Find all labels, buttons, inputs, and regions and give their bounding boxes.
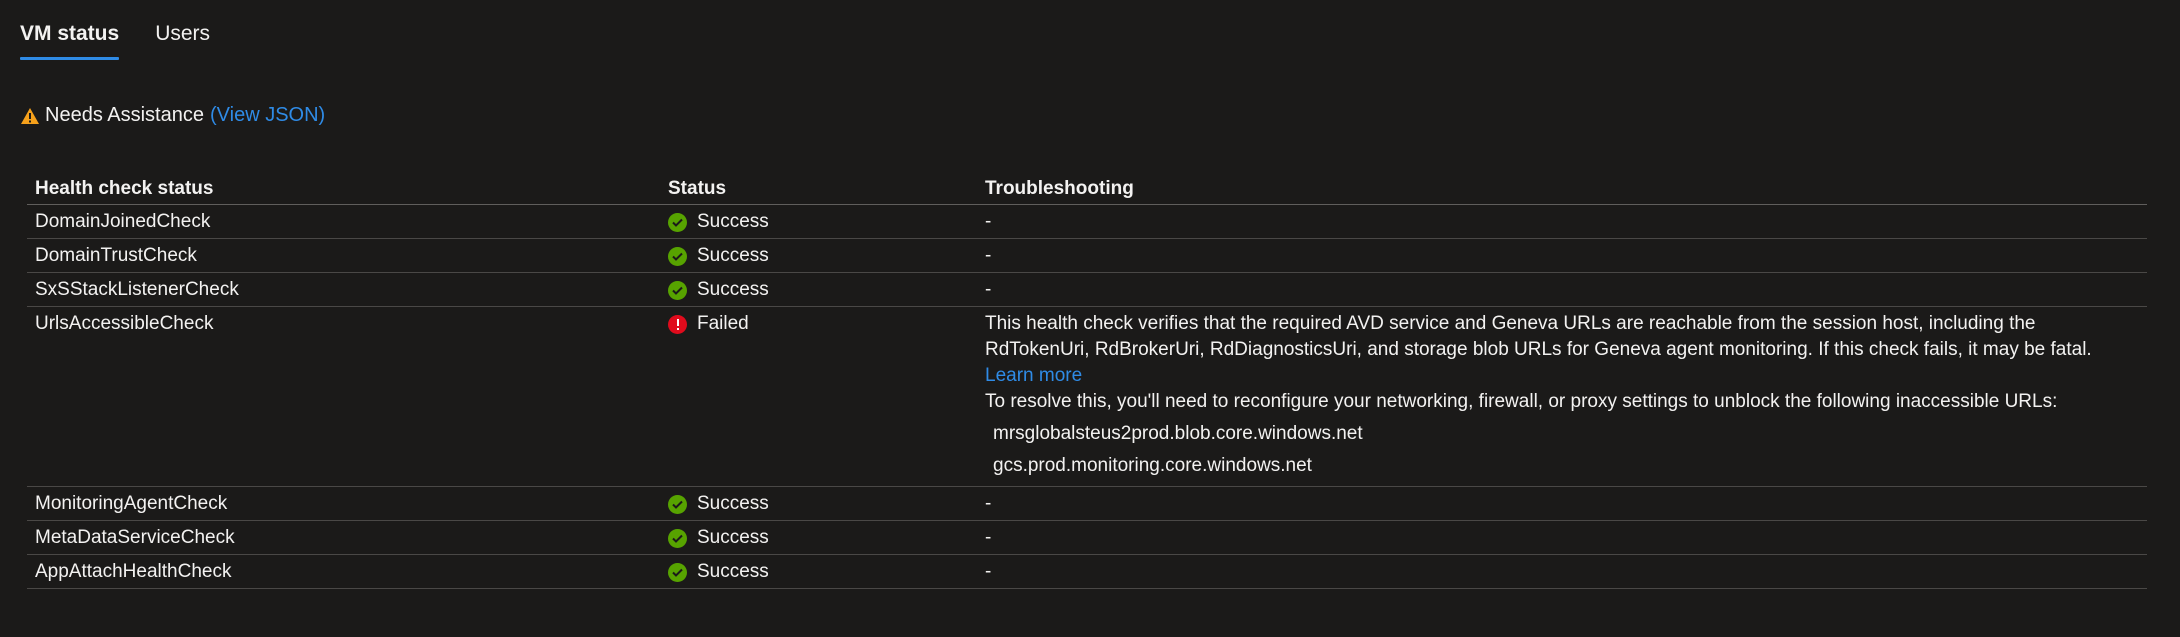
check-name: UrlsAccessibleCheck <box>27 306 660 487</box>
header-health-check-status: Health check status <box>27 170 660 205</box>
troubleshooting-text: - <box>977 486 2147 521</box>
table-row: MetaDataServiceCheck Success - <box>27 520 2147 555</box>
status-cell: Success <box>660 486 977 521</box>
troubleshooting-text: - <box>977 238 2147 273</box>
check-name: DomainJoinedCheck <box>27 204 660 239</box>
inaccessible-url: gcs.prod.monitoring.core.windows.net <box>993 455 1312 476</box>
status-text: Needs Assistance <box>45 104 204 126</box>
check-name: MetaDataServiceCheck <box>27 520 660 555</box>
troubleshooting-text: - <box>977 204 2147 239</box>
check-name: AppAttachHealthCheck <box>27 554 660 589</box>
success-check-icon <box>668 246 687 266</box>
status-label: Failed <box>697 313 749 334</box>
table-row: AppAttachHealthCheck Success - <box>27 554 2147 589</box>
troubleshooting-text: - <box>977 554 2147 589</box>
tab-vm-status[interactable]: VM status <box>20 22 120 60</box>
table-row: UrlsAccessibleCheck Failed This health c… <box>27 306 2147 487</box>
success-check-icon <box>668 562 687 582</box>
troubleshooting-description: This health check verifies that the requ… <box>985 313 2092 360</box>
status-cell: Success <box>660 520 977 555</box>
status-label: Success <box>697 211 769 232</box>
status-label: Success <box>697 245 769 266</box>
status-label: Success <box>697 527 769 548</box>
success-check-icon <box>668 528 687 548</box>
inaccessible-url: mrsglobalsteus2prod.blob.core.windows.ne… <box>993 423 1363 444</box>
success-check-icon <box>668 212 687 232</box>
troubleshooting-text: - <box>977 520 2147 555</box>
table-row: DomainJoinedCheck Success - <box>27 204 2147 239</box>
tab-bar: VM status Users <box>20 22 210 60</box>
header-status: Status <box>660 170 977 205</box>
success-check-icon <box>668 280 687 300</box>
status-label: Success <box>697 561 769 582</box>
warning-icon <box>20 107 40 125</box>
status-cell: Success <box>660 238 977 273</box>
troubleshooting-text: - <box>977 272 2147 307</box>
learn-more-link[interactable]: Learn more <box>985 365 1082 386</box>
header-troubleshooting: Troubleshooting <box>977 170 2147 205</box>
error-icon <box>668 314 687 334</box>
table-header-row: Health check status Status Troubleshooti… <box>27 170 2147 205</box>
success-check-icon <box>668 494 687 514</box>
check-name: SxSStackListenerCheck <box>27 272 660 307</box>
table-row: DomainTrustCheck Success - <box>27 238 2147 273</box>
check-name: MonitoringAgentCheck <box>27 486 660 521</box>
health-check-table: Health check status Status Troubleshooti… <box>27 170 2147 589</box>
resolve-instructions: To resolve this, you'll need to reconfig… <box>985 391 2058 412</box>
view-json-link[interactable]: (View JSON) <box>210 104 325 127</box>
status-cell: Success <box>660 272 977 307</box>
status-cell: Success <box>660 554 977 589</box>
tab-users[interactable]: Users <box>155 22 210 60</box>
status-cell: Success <box>660 204 977 239</box>
status-cell: Failed <box>660 306 977 487</box>
table-row: MonitoringAgentCheck Success - <box>27 486 2147 521</box>
status-label: Success <box>697 279 769 300</box>
health-status-summary: Needs Assistance (View JSON) <box>20 104 325 127</box>
vm-status-page: VM status Users Needs Assistance (View J… <box>0 0 2180 637</box>
status-label: Success <box>697 493 769 514</box>
table-row: SxSStackListenerCheck Success - <box>27 272 2147 307</box>
check-name: DomainTrustCheck <box>27 238 660 273</box>
troubleshooting-cell: This health check verifies that the requ… <box>977 306 2147 487</box>
